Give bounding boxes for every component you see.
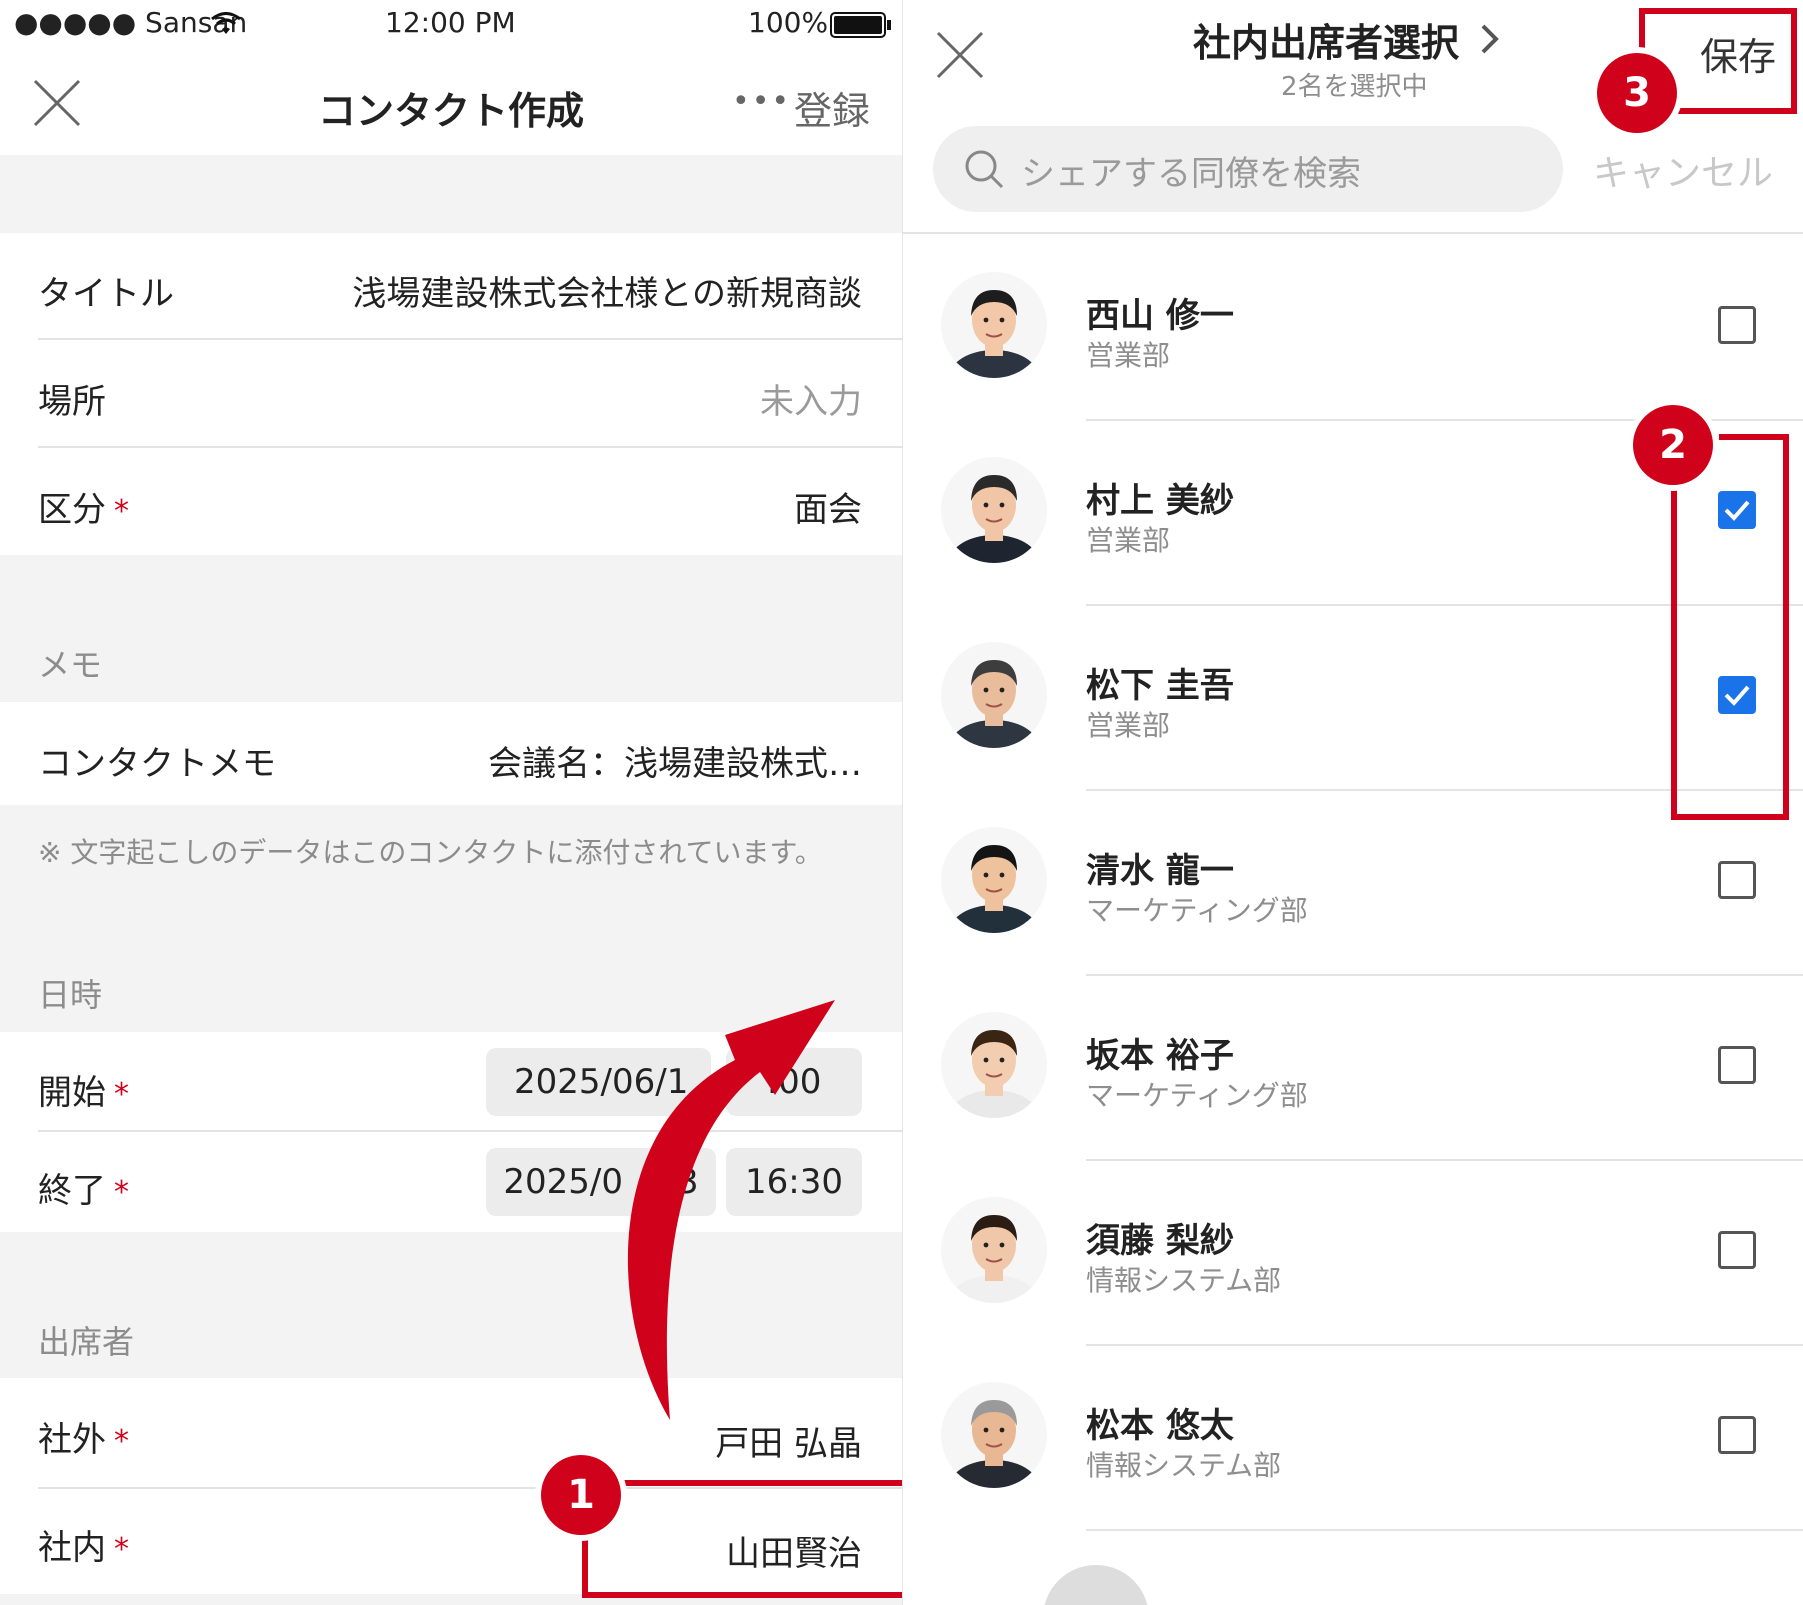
colleague-department: マーケティング部 [1086,1079,1308,1112]
colleague-department: 営業部 [1086,339,1171,372]
category-label: 区分 * [38,490,129,530]
required-mark: * [114,1077,129,1112]
avatar [941,272,1047,378]
datetime-section-title: 日時 [38,976,103,1014]
category-value[interactable]: 面会 [794,482,862,531]
colleague-department: 営業部 [1086,524,1171,557]
required-mark: * [114,1424,129,1459]
colleague-row[interactable]: 松本 悠太 情報システム部 [903,1346,1803,1531]
memo-label: コンタクトメモ [38,744,276,784]
select-checkbox[interactable] [1718,1231,1756,1269]
picker-title[interactable]: 社内出席者選択 [1193,12,1459,67]
selection-count: 2名を選択中 [1281,72,1428,102]
colleague-name: 松本 悠太 [1086,1406,1234,1446]
colleague-department: マーケティング部 [1086,894,1308,927]
internal-label: 社内 * [38,1528,129,1568]
chevron-right-icon[interactable] [1479,22,1501,56]
avatar [941,1382,1047,1488]
colleague-row[interactable]: 西山 修一 営業部 [903,236,1803,421]
avatar [941,457,1047,563]
step-badge-2: 2 [1633,405,1713,485]
search-placeholder: シェアする同僚を検索 [1021,154,1361,194]
divider [1086,1529,1803,1531]
divider [38,338,902,340]
colleague-row[interactable]: 清水 龍一 マーケティング部 [903,791,1803,976]
required-mark: * [114,1175,129,1210]
colleague-department: 情報システム部 [1086,1264,1282,1297]
search-icon [965,150,1004,189]
title-label: タイトル [38,274,174,314]
avatar [941,642,1047,748]
attendees-section-title: 出席者 [38,1323,135,1361]
transcript-note: ※ 文字起こしのデータはこのコンタクトに添付されています。 [38,836,823,869]
avatar [941,827,1047,933]
start-label: 開始 * [38,1073,129,1113]
divider [38,446,902,448]
step-badge-1: 1 [541,1455,621,1535]
colleague-row[interactable]: 松下 圭吾 営業部 [903,606,1803,791]
colleague-name: 清水 龍一 [1086,851,1234,891]
avatar [1043,1565,1149,1605]
colleague-name: 西山 修一 [1086,296,1234,336]
title-value[interactable]: 浅場建設株式会社様との新規商談 [352,266,862,315]
avatar [941,1197,1047,1303]
battery-percent: 100% [748,6,829,39]
highlight-save-corner [1639,8,1647,48]
colleague-name: 須藤 梨紗 [1086,1221,1234,1261]
highlight-checked-top [1719,434,1789,442]
place-label: 場所 [38,382,106,422]
arrow-annotation [627,1000,835,1420]
wifi-icon [211,12,241,34]
required-mark: * [114,1532,129,1567]
colleague-name: 村上 美紗 [1086,481,1234,521]
section-spacer [0,155,902,233]
internal-attendee-picker: 社内出席者選択 2名を選択中 保存 3 シェアする同僚を検索 キャンセル 西山 … [902,0,1803,1605]
place-value[interactable]: 未入力 [760,374,862,423]
highlight-checked [1671,434,1789,820]
battery-icon [830,12,891,38]
end-label: 終了 * [38,1171,129,1211]
colleague-row[interactable]: 須藤 梨紗 情報システム部 [903,1161,1803,1346]
colleague-row[interactable]: 坂本 裕子 マーケティング部 [903,976,1803,1161]
close-icon[interactable] [935,30,985,80]
colleague-name: 松下 圭吾 [1086,666,1234,706]
register-button[interactable]: 登録 [794,80,870,135]
select-checkbox[interactable] [1718,1416,1756,1454]
divider [903,232,1803,234]
select-checkbox[interactable] [1718,861,1756,899]
colleague-search-input[interactable]: シェアする同僚を検索 [933,126,1563,212]
external-label: 社外 * [38,1420,129,1460]
select-checkbox[interactable] [1718,1046,1756,1084]
required-mark: * [114,494,129,529]
step-badge-3: 3 [1597,53,1677,133]
memo-section-header: メモ [0,555,902,702]
avatar [941,1012,1047,1118]
memo-section-title: メモ [38,646,103,684]
memo-value[interactable]: 会議名：浅場建設株式… [488,736,862,785]
colleague-department: 営業部 [1086,709,1171,742]
clock: 12:00 PM [385,6,516,39]
select-checkbox[interactable] [1718,306,1756,344]
highlight-internal-attendee [582,1480,902,1598]
more-options-button[interactable]: ••• [732,84,791,119]
colleague-department: 情報システム部 [1086,1449,1282,1482]
cancel-button[interactable]: キャンセル [1593,144,1773,196]
colleague-name: 坂本 裕子 [1086,1036,1234,1076]
